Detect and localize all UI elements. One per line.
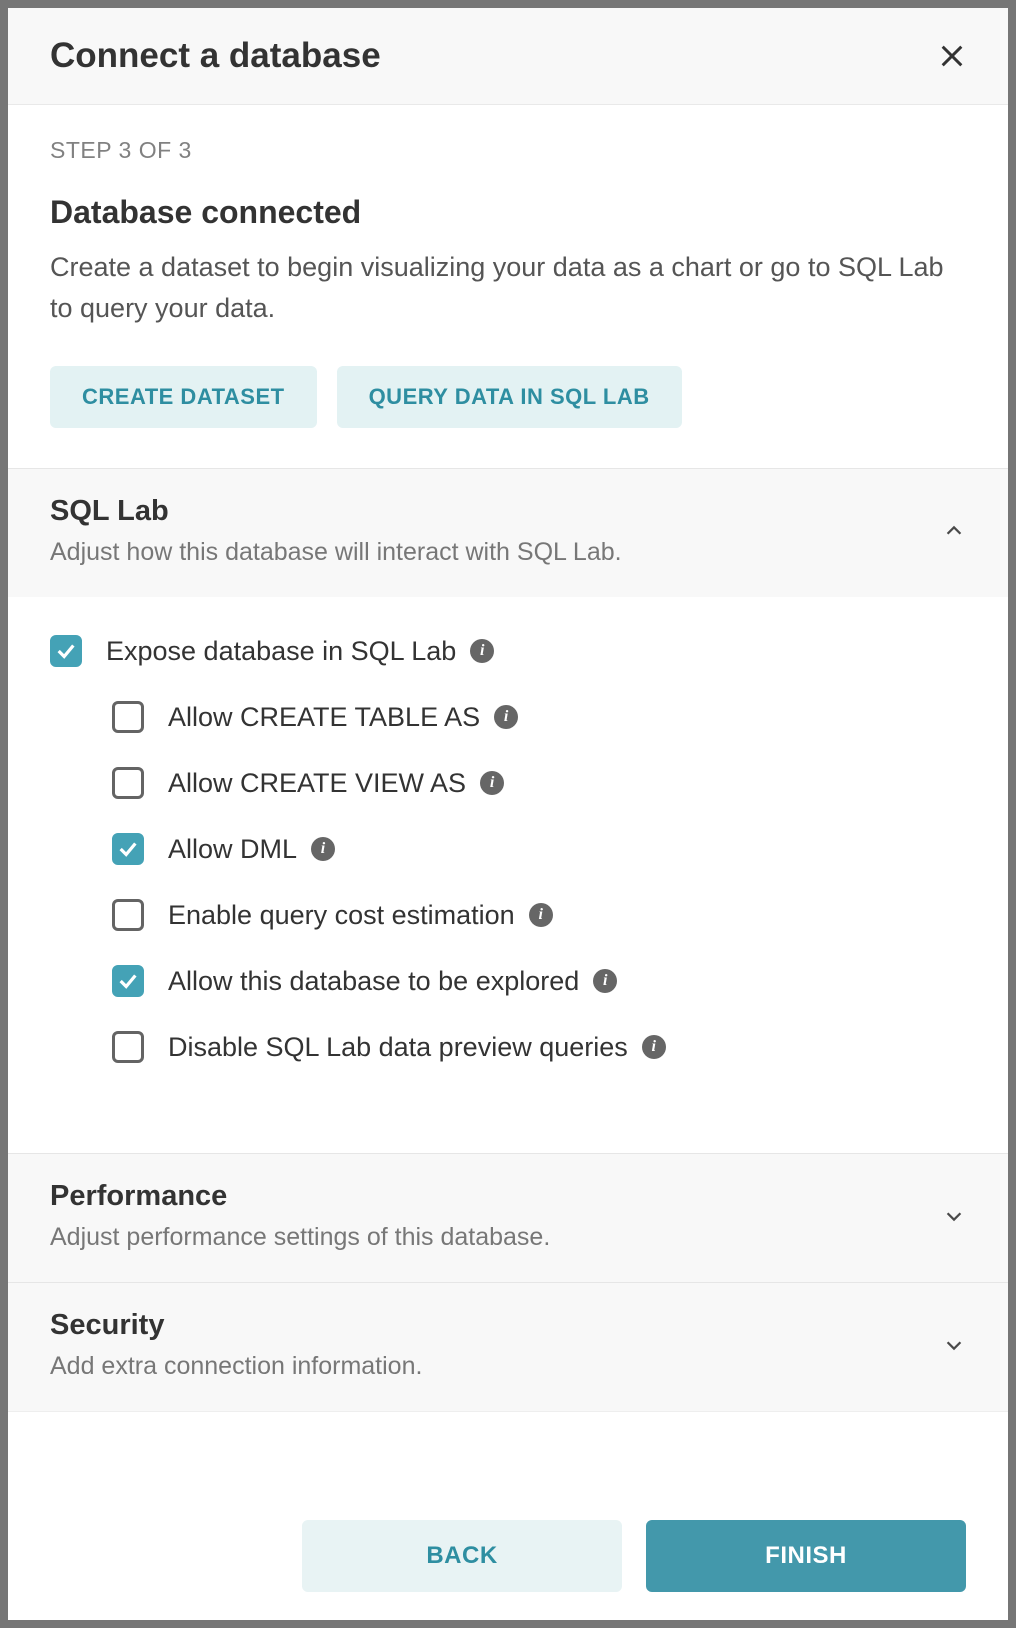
option-allow-create-table: Allow CREATE TABLE AS i xyxy=(112,701,966,733)
label-allow-create-table: Allow CREATE TABLE AS xyxy=(168,702,480,733)
info-icon[interactable]: i xyxy=(529,903,553,927)
checkbox-allow-create-table[interactable] xyxy=(112,701,144,733)
option-allow-create-view: Allow CREATE VIEW AS i xyxy=(112,767,966,799)
info-icon[interactable]: i xyxy=(311,837,335,861)
query-sql-lab-button[interactable]: QUERY DATA IN SQL LAB xyxy=(337,366,682,428)
section-sql-lab-body: Expose database in SQL Lab i Allow CREAT… xyxy=(8,597,1008,1153)
checkbox-expose-database[interactable] xyxy=(50,635,82,667)
label-allow-explored: Allow this database to be explored xyxy=(168,966,579,997)
close-button[interactable] xyxy=(934,38,970,74)
section-sql-lab-header[interactable]: SQL Lab Adjust how this database will in… xyxy=(8,469,1008,597)
section-sql-lab: SQL Lab Adjust how this database will in… xyxy=(8,468,1008,1153)
chevron-down-icon xyxy=(942,1204,966,1228)
checkbox-disable-preview[interactable] xyxy=(112,1031,144,1063)
checkbox-allow-explored[interactable] xyxy=(112,965,144,997)
label-allow-dml: Allow DML xyxy=(168,834,297,865)
section-security-title: Security xyxy=(50,1309,942,1342)
modal-footer: BACK FINISH xyxy=(8,1492,1008,1620)
label-allow-create-view: Allow CREATE VIEW AS xyxy=(168,768,466,799)
option-disable-preview: Disable SQL Lab data preview queries i xyxy=(112,1031,966,1063)
info-icon[interactable]: i xyxy=(642,1035,666,1059)
option-expose-database: Expose database in SQL Lab i xyxy=(50,635,966,667)
section-sql-lab-title: SQL Lab xyxy=(50,495,942,528)
info-icon[interactable]: i xyxy=(470,639,494,663)
modal-title: Connect a database xyxy=(50,36,381,76)
option-allow-dml: Allow DML i xyxy=(112,833,966,865)
modal-header: Connect a database xyxy=(8,8,1008,105)
section-header-text: Security Add extra connection informatio… xyxy=(50,1309,942,1381)
section-security: Security Add extra connection informatio… xyxy=(8,1282,1008,1411)
connected-title: Database connected xyxy=(50,194,966,231)
back-button[interactable]: BACK xyxy=(302,1520,622,1592)
info-icon[interactable]: i xyxy=(593,969,617,993)
info-icon[interactable]: i xyxy=(480,771,504,795)
section-performance-description: Adjust performance settings of this data… xyxy=(50,1223,942,1252)
option-allow-explored: Allow this database to be explored i xyxy=(112,965,966,997)
option-cost-estimation: Enable query cost estimation i xyxy=(112,899,966,931)
connect-database-modal: Connect a database STEP 3 OF 3 Database … xyxy=(8,8,1008,1620)
section-performance-header[interactable]: Performance Adjust performance settings … xyxy=(8,1154,1008,1282)
step-label: STEP 3 OF 3 xyxy=(50,137,966,164)
section-performance-title: Performance xyxy=(50,1180,942,1213)
chevron-up-icon xyxy=(942,519,966,543)
spacer xyxy=(8,1411,1008,1492)
section-performance: Performance Adjust performance settings … xyxy=(8,1153,1008,1282)
chevron-down-icon xyxy=(942,1333,966,1357)
checkbox-cost-estimation[interactable] xyxy=(112,899,144,931)
content-intro: STEP 3 OF 3 Database connected Create a … xyxy=(8,105,1008,468)
finish-button[interactable]: FINISH xyxy=(646,1520,966,1592)
label-expose-database: Expose database in SQL Lab xyxy=(106,636,456,667)
checkbox-allow-dml[interactable] xyxy=(112,833,144,865)
section-header-text: Performance Adjust performance settings … xyxy=(50,1180,942,1252)
label-cost-estimation: Enable query cost estimation xyxy=(168,900,515,931)
section-sql-lab-description: Adjust how this database will interact w… xyxy=(50,538,942,567)
checkbox-allow-create-view[interactable] xyxy=(112,767,144,799)
label-disable-preview: Disable SQL Lab data preview queries xyxy=(168,1032,628,1063)
create-dataset-button[interactable]: CREATE DATASET xyxy=(50,366,317,428)
section-security-header[interactable]: Security Add extra connection informatio… xyxy=(8,1283,1008,1411)
connected-description: Create a dataset to begin visualizing yo… xyxy=(50,247,966,328)
info-icon[interactable]: i xyxy=(494,705,518,729)
close-icon xyxy=(938,42,966,70)
section-security-description: Add extra connection information. xyxy=(50,1352,942,1381)
action-buttons: CREATE DATASET QUERY DATA IN SQL LAB xyxy=(50,366,966,428)
section-header-text: SQL Lab Adjust how this database will in… xyxy=(50,495,942,567)
